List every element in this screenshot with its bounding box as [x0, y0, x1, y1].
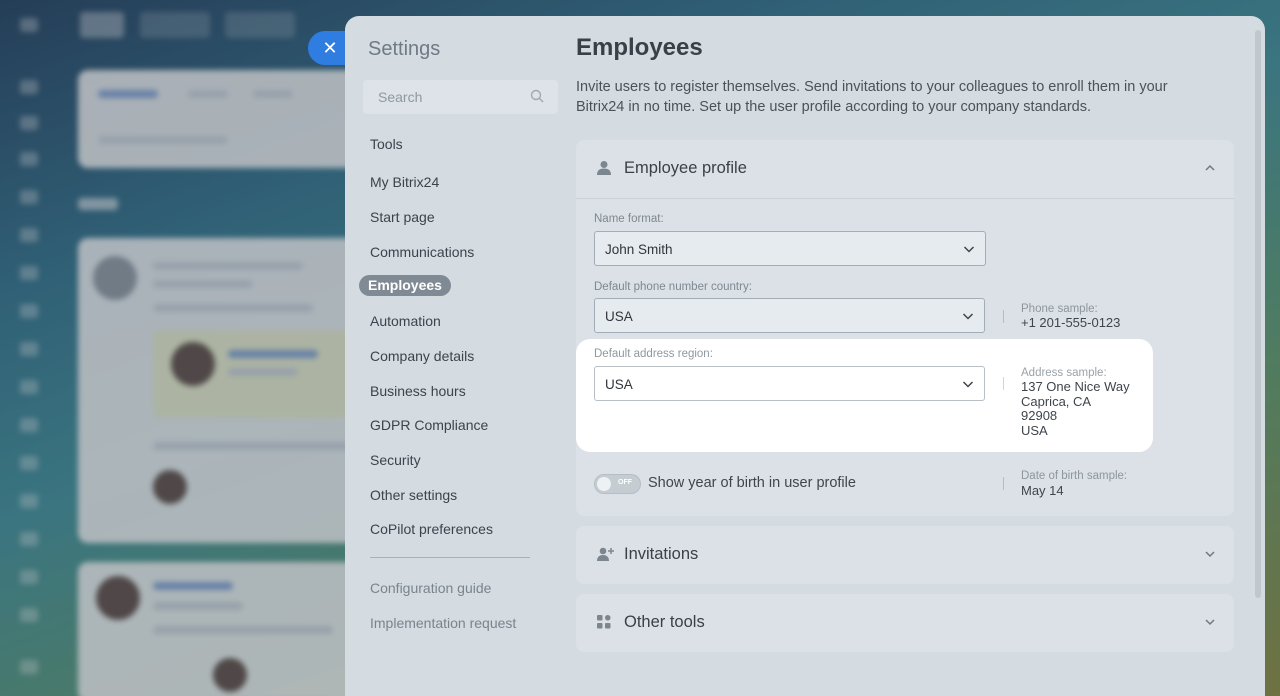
nav-item-copilot-preferences[interactable]: CoPilot preferences: [370, 521, 493, 537]
chevron-down-icon: [962, 313, 974, 320]
chevron-down-icon: [962, 381, 974, 388]
phone-sample-value: +1 201-555-0123: [1021, 315, 1121, 330]
page-description: Invite users to register themselves. Sen…: [576, 79, 1168, 115]
address-region-label: Default address region:: [594, 348, 713, 360]
search-input[interactable]: Search: [363, 80, 558, 114]
address-region-select[interactable]: USA: [594, 366, 985, 401]
search-placeholder: Search: [378, 89, 423, 105]
close-button[interactable]: ✕: [308, 31, 348, 65]
chevron-up-icon[interactable]: [1204, 162, 1216, 174]
nav-item-gdpr-compliance[interactable]: GDPR Compliance: [370, 417, 488, 433]
settings-title: Settings: [368, 38, 441, 60]
section-divider: [576, 198, 1234, 199]
address-sample-label: Address sample:: [1021, 367, 1107, 379]
phone-country-value: USA: [605, 309, 633, 324]
add-user-icon: [597, 547, 614, 561]
other-tools-section[interactable]: Other tools: [576, 594, 1234, 652]
close-icon: ✕: [322, 37, 338, 58]
search-icon: [530, 89, 544, 103]
chevron-down-icon: [963, 246, 975, 253]
sample-divider: [1003, 377, 1004, 390]
nav-item-employees[interactable]: Employees: [359, 275, 451, 296]
birth-sample-value: May 14: [1021, 483, 1064, 498]
grid-icon: [597, 615, 611, 629]
scrollbar[interactable]: [1255, 30, 1261, 598]
name-format-select[interactable]: John Smith: [594, 231, 986, 266]
invitations-section[interactable]: Invitations: [576, 526, 1234, 584]
phone-country-label: Default phone number country:: [594, 281, 752, 293]
page-title: Employees: [576, 34, 703, 61]
nav-item-start-page[interactable]: Start page: [370, 209, 435, 225]
address-line: 137 One Nice Way: [1021, 379, 1130, 394]
nav-item-other-settings[interactable]: Other settings: [370, 487, 457, 503]
nav-item-automation[interactable]: Automation: [370, 313, 441, 329]
employee-profile-header[interactable]: Employee profile: [576, 140, 1234, 198]
nav-item-my-bitrix24[interactable]: My Bitrix24: [370, 174, 439, 190]
phone-country-select[interactable]: USA: [594, 298, 985, 333]
chevron-down-icon[interactable]: [1204, 616, 1216, 628]
implementation-request-link[interactable]: Implementation request: [370, 615, 516, 631]
birth-year-label: Show year of birth in user profile: [648, 475, 856, 491]
nav-item-communications[interactable]: Communications: [370, 244, 474, 260]
address-line: 92908: [1021, 408, 1058, 424]
nav-item-company-details[interactable]: Company details: [370, 348, 474, 364]
name-format-label: Name format:: [594, 213, 664, 225]
sample-divider: [1003, 310, 1004, 323]
employee-profile-title: Employee profile: [624, 159, 747, 177]
address-line: USA: [1021, 423, 1048, 439]
nav-item-business-hours[interactable]: Business hours: [370, 383, 466, 399]
other-tools-title: Other tools: [624, 613, 705, 631]
invitations-title: Invitations: [624, 545, 699, 563]
name-format-value: John Smith: [605, 242, 673, 257]
birth-year-toggle[interactable]: OFF: [594, 474, 641, 494]
nav-divider: [370, 557, 530, 558]
address-line: Caprica, CA: [1021, 393, 1092, 409]
birth-sample-label: Date of birth sample:: [1021, 470, 1128, 482]
address-sample-value: 137 One Nice Way Caprica, CA 92908 USA: [1021, 379, 1130, 439]
phone-sample-label: Phone sample:: [1021, 303, 1098, 315]
chevron-down-icon[interactable]: [1204, 548, 1216, 560]
address-region-value: USA: [605, 377, 633, 392]
toggle-knob: [597, 477, 611, 491]
address-region-highlight: Default address region: USA Address samp…: [576, 339, 1153, 452]
nav-item-tools[interactable]: Tools: [370, 136, 403, 152]
nav-item-security[interactable]: Security: [370, 452, 421, 468]
toggle-state: OFF: [618, 479, 632, 486]
employee-profile-section: Employee profile Name format: John Smith…: [576, 140, 1234, 516]
sample-divider: [1003, 477, 1004, 490]
user-icon: [597, 161, 611, 175]
configuration-guide-link[interactable]: Configuration guide: [370, 580, 491, 596]
